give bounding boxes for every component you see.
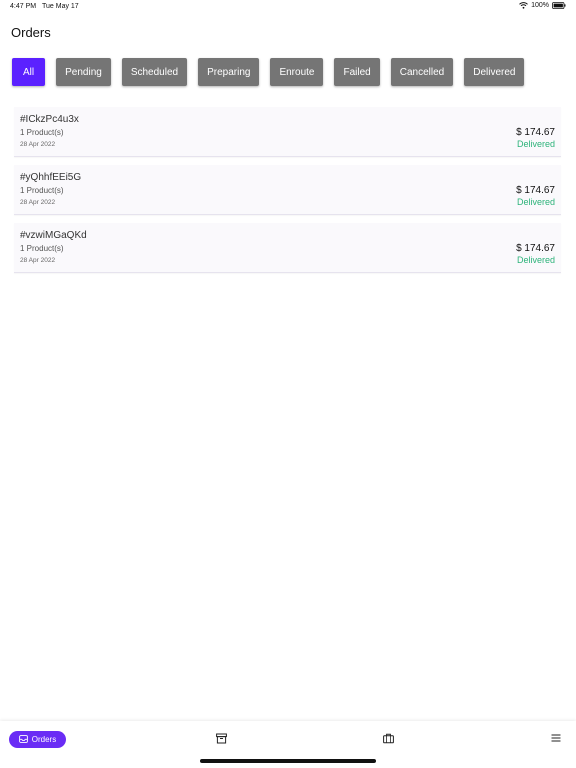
order-card[interactable]: #vzwiMGaQKd 1 Product(s) 28 Apr 2022 $ 1… <box>14 223 561 273</box>
filter-tab-pending[interactable]: Pending <box>56 58 111 86</box>
filter-tab-enroute[interactable]: Enroute <box>270 58 324 86</box>
order-product-count: 1 Product(s) <box>20 128 64 137</box>
filter-tabs: All Pending Scheduled Preparing Enroute … <box>12 58 525 86</box>
filter-tab-delivered[interactable]: Delivered <box>464 58 525 86</box>
order-date: 28 Apr 2022 <box>20 141 56 148</box>
archive-icon[interactable] <box>216 733 227 744</box>
home-indicator <box>200 759 376 763</box>
order-card[interactable]: #yQhhfEEi5G 1 Product(s) 28 Apr 2022 $ 1… <box>14 165 561 215</box>
menu-icon[interactable] <box>551 733 561 743</box>
order-price: $ 174.67 <box>516 185 555 196</box>
order-card[interactable]: #ICkzPc4u3x 1 Product(s) 28 Apr 2022 $ 1… <box>14 107 561 157</box>
order-status: Delivered <box>516 197 555 207</box>
nav-orders-label: Orders <box>31 735 57 744</box>
nav-orders-button[interactable]: Orders <box>9 731 66 748</box>
status-time: 4:47 PM <box>10 3 37 10</box>
order-price: $ 174.67 <box>516 243 555 254</box>
filter-tab-failed[interactable]: Failed <box>334 58 380 86</box>
wifi-icon <box>519 2 528 9</box>
filter-tab-preparing[interactable]: Preparing <box>198 58 260 86</box>
order-status: Delivered <box>516 139 555 149</box>
status-date: Tue May 17 <box>42 3 79 10</box>
filter-tab-scheduled[interactable]: Scheduled <box>121 58 188 86</box>
order-status: Delivered <box>516 255 555 265</box>
screen: 4:47 PM Tue May 17 100% Orders All Pendi… <box>0 0 576 768</box>
battery-icon <box>552 2 566 9</box>
order-date: 28 Apr 2022 <box>20 199 56 206</box>
filter-tab-cancelled[interactable]: Cancelled <box>390 58 454 86</box>
battery-percent: 100% <box>531 2 549 9</box>
bottom-nav: Orders <box>0 721 576 768</box>
order-price: $ 174.67 <box>516 127 555 138</box>
order-product-count: 1 Product(s) <box>20 186 64 195</box>
order-date: 28 Apr 2022 <box>20 257 56 264</box>
order-list: #ICkzPc4u3x 1 Product(s) 28 Apr 2022 $ 1… <box>14 107 561 281</box>
page-title: Orders <box>11 25 51 40</box>
order-id: #ICkzPc4u3x <box>20 114 79 125</box>
inbox-icon <box>18 734 28 745</box>
status-right: 100% <box>519 2 566 9</box>
order-id: #yQhhfEEi5G <box>20 172 82 183</box>
order-product-count: 1 Product(s) <box>20 244 64 253</box>
briefcase-icon[interactable] <box>383 733 394 744</box>
filter-tab-all[interactable]: All <box>12 58 46 86</box>
order-id: #vzwiMGaQKd <box>20 230 87 241</box>
status-bar: 4:47 PM Tue May 17 100% <box>0 0 576 14</box>
